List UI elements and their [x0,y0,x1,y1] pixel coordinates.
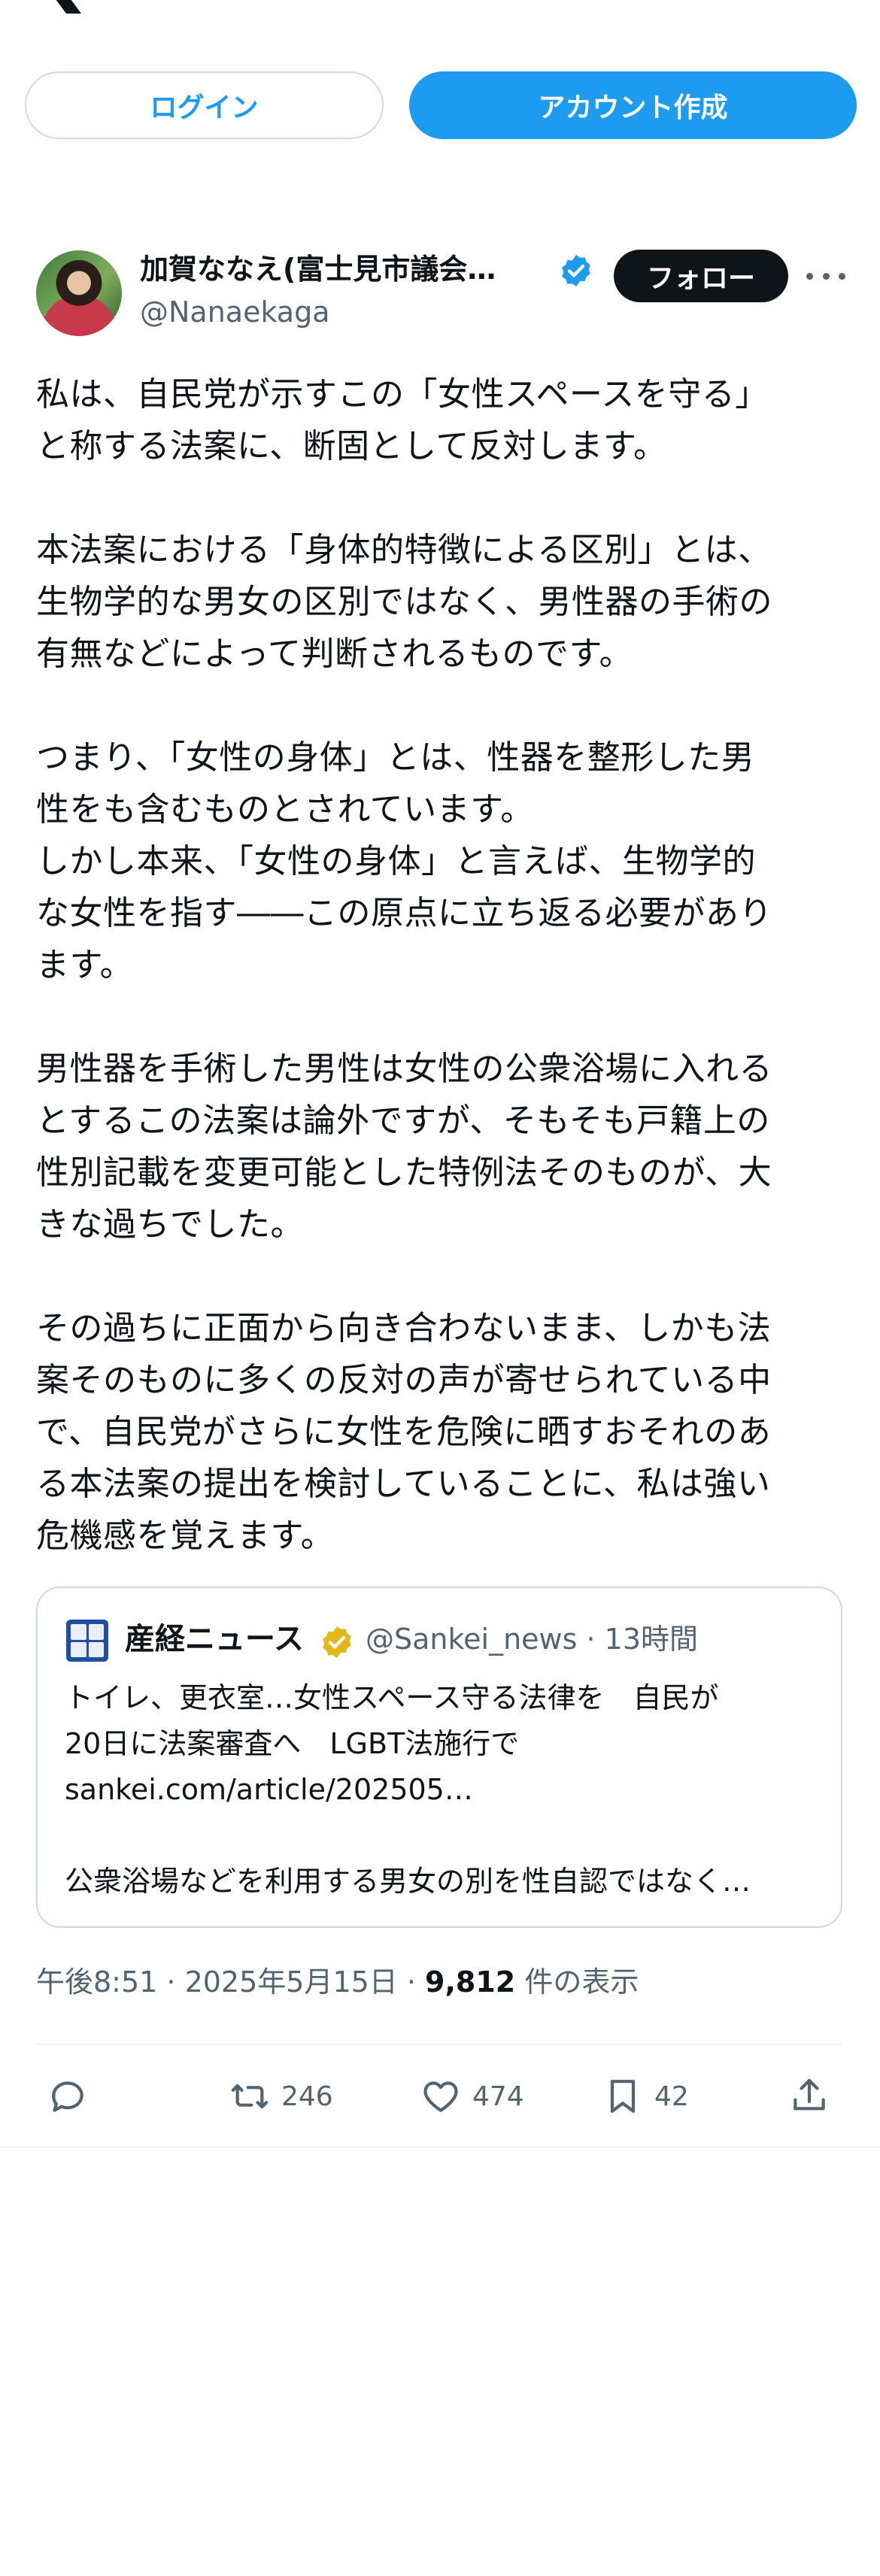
share-icon [794,2078,825,2111]
more-options-icon[interactable] [806,261,845,291]
quoted-author-name: 産経ニュース [125,1622,304,1656]
bookmark-button[interactable]: 42 [602,2072,689,2120]
verified-badge-icon [562,255,590,286]
tweet-text: 私は、自民党が示すこの「女性スペースを守る」 と称する法案に、断固として反対しま… [36,375,772,1555]
reply-button[interactable] [47,2072,89,2120]
author-name[interactable]: 加賀ななえ(富士見市議会… [140,250,546,288]
login-button[interactable]: ログイン [25,71,384,139]
like-button[interactable]: 474 [420,2072,524,2120]
divider [36,2044,842,2045]
retweet-icon [231,2084,269,2109]
share-button[interactable] [788,2072,830,2120]
quoted-tweet-summary: 公衆浴場などを利用する男女の別を性自認ではなく… [65,1865,751,1898]
view-count: 9,812 [425,1965,516,1999]
tweet-meta: 午後8:51 · 2025年5月15日 · 9,812 件の表示 [36,1961,639,2003]
divider [0,2147,880,2148]
quoted-tweet-text: トイレ、更衣室…女性スペース守る法律を 自民が 20日に法案審査へ LGBT法施… [65,1681,719,1806]
like-count: 474 [472,2080,524,2112]
x-logo-icon[interactable] [36,0,86,14]
reply-icon [52,2081,83,2112]
quoted-author-handle: @Sankei_news · 13時間 [366,1623,699,1656]
sankei-logo-icon [66,1620,108,1662]
bookmark-icon [610,2080,636,2113]
gold-verified-badge-icon [323,1626,351,1658]
auth-buttons: ログイン アカウント作成 [25,71,857,139]
quoted-tweet-card[interactable]: 産経ニュース @Sankei_news · 13時間 トイレ、更衣室…女性スペー… [36,1587,842,1928]
avatar[interactable] [36,250,122,336]
tweet-page: ログイン アカウント作成 加賀ななえ(富士見市議会… @Nanaekaga フォ… [0,0,880,2576]
bookmark-count: 42 [654,2080,689,2112]
author-handle[interactable]: @Nanaekaga [140,293,330,331]
follow-button[interactable]: フォロー [614,250,788,302]
retweet-button[interactable]: 246 [229,2072,333,2120]
signup-button[interactable]: アカウント作成 [409,71,857,139]
retweet-count: 246 [281,2080,333,2112]
view-count-label: 件の表示 [515,1965,639,1999]
heart-icon [423,2081,458,2112]
tweet-timestamp[interactable]: 午後8:51 · 2025年5月15日 · [36,1965,425,1999]
